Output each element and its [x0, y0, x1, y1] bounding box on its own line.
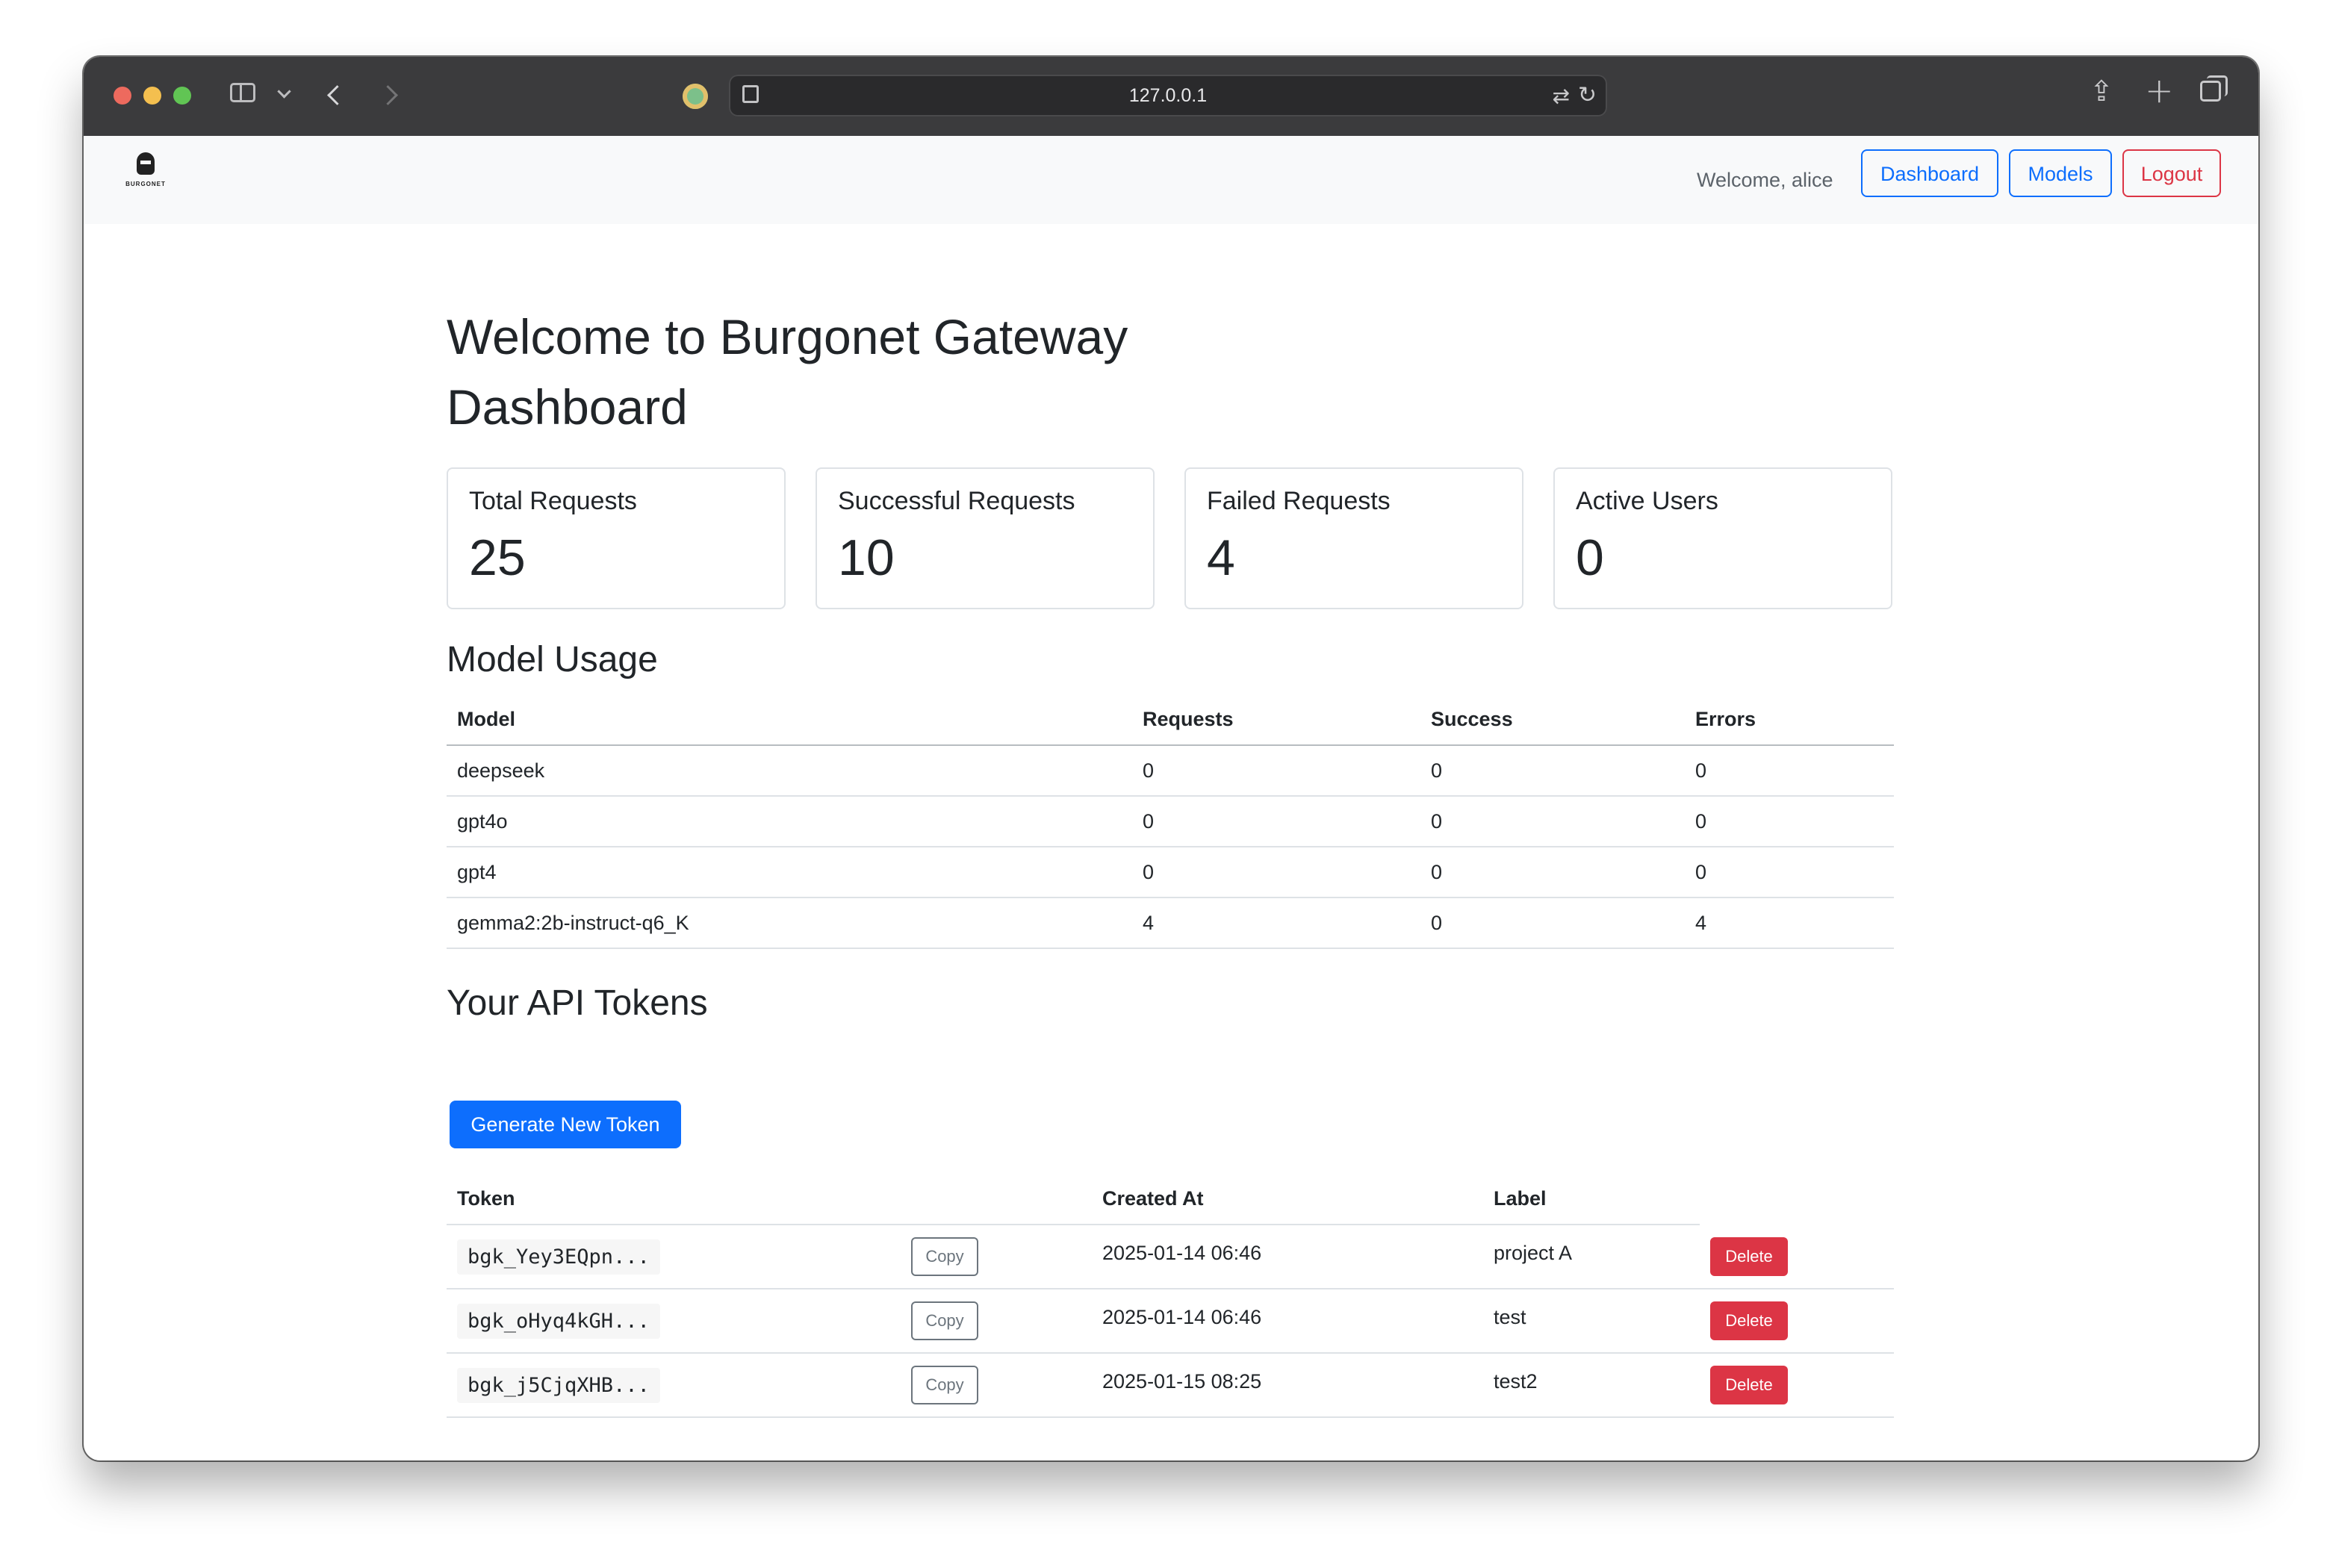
stat-card-successful-requests: Successful Requests 10 — [816, 467, 1155, 609]
table-row: bgk_j5CjqXHB... Copy 2025-01-15 08:25 te… — [447, 1353, 1894, 1418]
success-cell: 0 — [1420, 897, 1685, 949]
model-usage-table: Model Requests Success Errors deepseek 0… — [447, 694, 1894, 949]
close-window-button[interactable] — [114, 87, 131, 105]
chevron-down-icon[interactable] — [277, 84, 291, 99]
success-cell: 0 — [1420, 745, 1685, 797]
token-value: bgk_j5CjqXHB... — [457, 1367, 660, 1403]
table-header-row: Model Requests Success Errors — [447, 694, 1894, 746]
success-cell: 0 — [1420, 796, 1685, 847]
created-at-cell: 2025-01-14 06:46 — [1092, 1289, 1483, 1354]
actions-cell: Delete — [1700, 1225, 1894, 1289]
actions-cell: Delete — [1700, 1289, 1894, 1354]
stat-value: 25 — [469, 529, 526, 586]
translate-icon[interactable]: ⇄ — [1553, 84, 1570, 108]
browser-titlebar: 127.0.0.1 ⇄ ↻ ⇪ + — [84, 57, 2258, 136]
url-text[interactable]: 127.0.0.1 — [729, 75, 1607, 116]
delete-token-button[interactable]: Delete — [1710, 1237, 1788, 1276]
table-row: gemma2:2b-instruct-q6_K 4 0 4 — [447, 897, 1894, 949]
tab-overview-icon[interactable] — [2200, 75, 2228, 102]
requests-cell: 0 — [1132, 847, 1420, 898]
success-cell: 0 — [1420, 847, 1685, 898]
column-header-errors: Errors — [1685, 694, 1894, 746]
model-name-cell: deepseek — [447, 745, 1132, 797]
errors-cell: 0 — [1685, 847, 1894, 898]
logout-button[interactable]: Logout — [2122, 149, 2221, 197]
token-cell: bgk_Yey3EQpn... Copy — [447, 1225, 1092, 1289]
generate-token-button[interactable]: Generate New Token — [450, 1101, 681, 1148]
sidebar-toggle-icon[interactable] — [230, 83, 255, 102]
errors-cell: 0 — [1685, 745, 1894, 797]
created-at-cell: 2025-01-15 08:25 — [1092, 1353, 1483, 1418]
column-header-model: Model — [447, 694, 1132, 746]
stat-title: Failed Requests — [1207, 487, 1391, 515]
helmet-icon — [137, 152, 155, 175]
api-tokens-heading: Your API Tokens — [447, 983, 708, 1023]
table-header-row: Token Created At Label — [447, 1174, 1894, 1225]
welcome-text: Welcome, alice — [1697, 169, 1833, 191]
model-usage-heading: Model Usage — [447, 640, 658, 679]
column-header-created-at: Created At — [1092, 1174, 1483, 1225]
api-tokens-table: Token Created At Label bgk_Yey3EQpn... C… — [447, 1174, 1894, 1418]
models-button[interactable]: Models — [2009, 149, 2112, 197]
token-cell: bgk_oHyq4kGH... Copy — [447, 1289, 1092, 1354]
requests-cell: 0 — [1132, 745, 1420, 797]
stat-title: Successful Requests — [838, 487, 1075, 515]
burgonet-logo[interactable]: BURGONET — [121, 152, 169, 196]
errors-cell: 0 — [1685, 796, 1894, 847]
copy-token-button[interactable]: Copy — [911, 1237, 978, 1276]
table-row: deepseek 0 0 0 — [447, 745, 1894, 797]
reload-icon[interactable]: ↻ — [1578, 82, 1597, 108]
browser-window: 127.0.0.1 ⇄ ↻ ⇪ + BURGONET Welcome, alic… — [84, 57, 2258, 1460]
column-header-success: Success — [1420, 694, 1685, 746]
delete-token-button[interactable]: Delete — [1710, 1366, 1788, 1404]
minimize-window-button[interactable] — [143, 87, 161, 105]
stat-card-total-requests: Total Requests 25 — [447, 467, 786, 609]
column-header-requests: Requests — [1132, 694, 1420, 746]
token-value: bgk_Yey3EQpn... — [457, 1239, 660, 1275]
table-row: bgk_Yey3EQpn... Copy 2025-01-14 06:46 pr… — [447, 1225, 1894, 1289]
actions-cell: Delete — [1700, 1353, 1894, 1418]
top-navbar: BURGONET Welcome, alice Dashboard Models… — [84, 136, 2258, 224]
model-name-cell: gemma2:2b-instruct-q6_K — [447, 897, 1132, 949]
dashboard-button[interactable]: Dashboard — [1861, 149, 1998, 197]
stat-title: Total Requests — [469, 487, 637, 515]
stat-title: Active Users — [1576, 487, 1718, 515]
stat-value: 4 — [1207, 529, 1235, 586]
zoom-window-button[interactable] — [173, 87, 191, 105]
copy-token-button[interactable]: Copy — [911, 1366, 978, 1404]
column-header-actions — [1700, 1174, 1894, 1225]
stat-value: 10 — [838, 529, 895, 586]
new-tab-icon[interactable]: + — [2145, 70, 2174, 111]
page-title: Welcome to Burgonet Gateway Dashboard — [447, 309, 1128, 435]
token-cell: bgk_j5CjqXHB... Copy — [447, 1353, 1092, 1418]
table-row: gpt4 0 0 0 — [447, 847, 1894, 898]
label-cell: test — [1483, 1289, 1700, 1354]
forward-icon[interactable] — [378, 85, 398, 105]
table-row: gpt4o 0 0 0 — [447, 796, 1894, 847]
model-name-cell: gpt4 — [447, 847, 1132, 898]
address-bar[interactable]: 127.0.0.1 ⇄ ↻ — [729, 75, 1607, 116]
column-header-token: Token — [447, 1174, 1092, 1225]
share-icon[interactable]: ⇪ — [2090, 75, 2113, 108]
label-cell: test2 — [1483, 1353, 1700, 1418]
stat-value: 0 — [1576, 529, 1604, 586]
created-at-cell: 2025-01-14 06:46 — [1092, 1225, 1483, 1289]
errors-cell: 4 — [1685, 897, 1894, 949]
stat-card-active-users: Active Users 0 — [1553, 467, 1892, 609]
token-value: bgk_oHyq4kGH... — [457, 1303, 660, 1339]
back-icon[interactable] — [327, 85, 347, 105]
site-favicon-icon — [683, 84, 708, 109]
copy-token-button[interactable]: Copy — [911, 1301, 978, 1340]
requests-cell: 4 — [1132, 897, 1420, 949]
label-cell: project A — [1483, 1225, 1700, 1289]
stat-card-failed-requests: Failed Requests 4 — [1184, 467, 1523, 609]
model-name-cell: gpt4o — [447, 796, 1132, 847]
delete-token-button[interactable]: Delete — [1710, 1301, 1788, 1340]
logo-text: BURGONET — [125, 181, 166, 187]
table-row: bgk_oHyq4kGH... Copy 2025-01-14 06:46 te… — [447, 1289, 1894, 1354]
requests-cell: 0 — [1132, 796, 1420, 847]
column-header-label: Label — [1483, 1174, 1700, 1225]
